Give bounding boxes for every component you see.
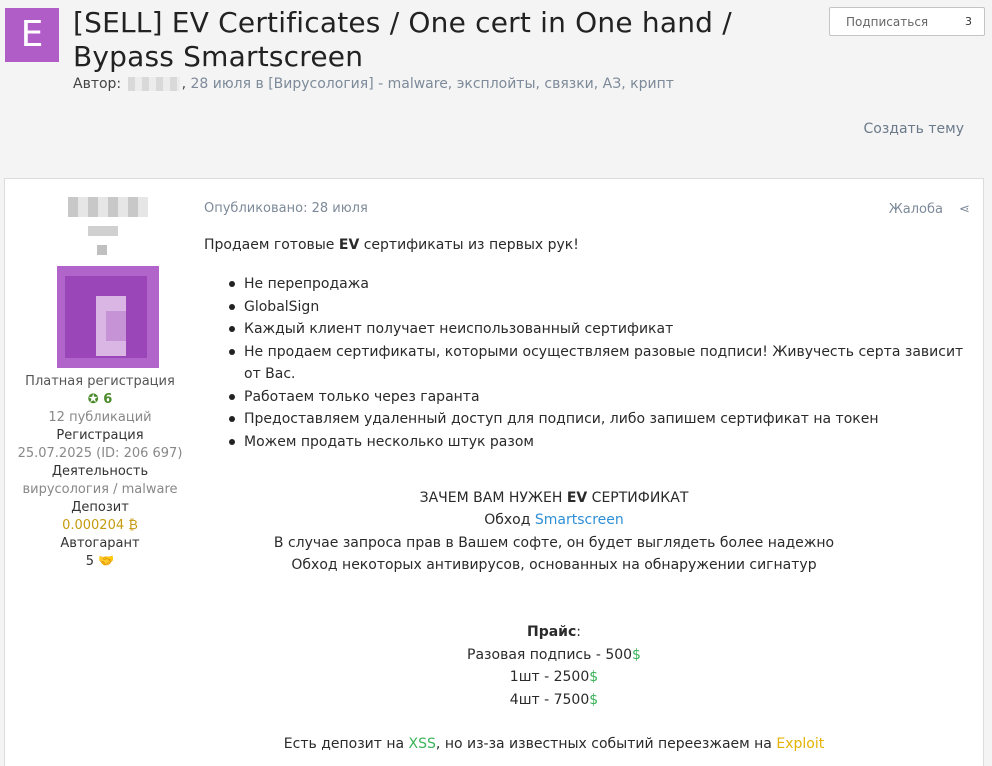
- handshake-icon: 🤝: [98, 554, 115, 569]
- author-rank-blurred: [97, 245, 107, 255]
- autogarant-label: Автогарант: [60, 536, 140, 551]
- bitcoin-icon: ₿: [128, 518, 138, 533]
- activity-value[interactable]: вирусология / malware: [5, 481, 195, 499]
- list-item: GlobalSign: [229, 296, 974, 319]
- plus-circle-icon: ✪: [87, 392, 99, 407]
- author-name-blurred[interactable]: [68, 197, 148, 217]
- follow-label: Подписаться: [846, 15, 929, 29]
- price-row: 4шт - 7500$: [509, 692, 599, 708]
- autogarant-value: 5 🤝: [5, 553, 195, 571]
- reg-label: Регистрация: [56, 428, 144, 443]
- why-heading: ЗАЧЕМ ВАМ НУЖЕН EV СЕРТИФИКАТ: [419, 490, 689, 506]
- deposit-label: Депозит: [71, 500, 129, 515]
- topic-header: E [SELL] EV Certificates / One cert in O…: [0, 0, 992, 170]
- author-reputation[interactable]: ✪ 6: [5, 391, 195, 409]
- post-date: Опубликовано: 28 июля: [204, 201, 368, 216]
- smartscreen-link[interactable]: Smartscreen: [535, 512, 624, 528]
- list-item: Можем продать несколько штук разом: [229, 431, 974, 454]
- create-topic-link[interactable]: Создать тему: [863, 121, 964, 137]
- meta-forum-link[interactable]: [Вирусология] - malware, эксплойты, связ…: [268, 76, 674, 92]
- reputation-value: 6: [103, 392, 113, 407]
- list-item: Предоставляем удаленный доступ для подпи…: [229, 408, 974, 431]
- activity-label: Деятельность: [51, 464, 149, 479]
- author-name-blurred[interactable]: [127, 77, 180, 91]
- author-title-blurred: [88, 226, 118, 236]
- deposit-value: 0.000204 ₿: [5, 517, 195, 535]
- deposit-amount: 0.000204: [62, 518, 125, 533]
- autogarant-count: 5: [85, 554, 94, 569]
- meta-author-label: Автор:: [73, 76, 122, 92]
- topic-avatar[interactable]: E: [5, 8, 59, 62]
- reg-value: 25.07.2025 (ID: 206 697): [17, 446, 183, 461]
- bypass-line: Обход Smartscreen: [484, 512, 624, 528]
- author-avatar[interactable]: [57, 266, 159, 368]
- follow-button[interactable]: Подписаться 3: [829, 7, 985, 36]
- xss-link[interactable]: XSS: [409, 736, 436, 752]
- list-item: Работаем только через гаранта: [229, 386, 974, 409]
- price-row: 1шт - 2500$: [509, 669, 599, 685]
- topic-meta: Автор: , 28 июля в [Вирусология] - malwa…: [73, 76, 674, 92]
- list-item: Не продаем сертификаты, которыми осущест…: [229, 341, 974, 386]
- post: Платная регистрация ✪ 6 12 публикаций Ре…: [4, 178, 984, 766]
- post-intro: Продаем готовые EV сертификаты из первых…: [204, 237, 579, 253]
- share-icon[interactable]: ⋖: [959, 202, 973, 217]
- list-item: Не перепродажа: [229, 273, 974, 296]
- price-title: Прайс:: [526, 624, 581, 640]
- meta-date: 28 июля в: [190, 76, 264, 92]
- av-line: Обход некоторых антивирусов, основанных …: [291, 557, 817, 573]
- deposit-line: Есть депозит на XSS, но из-за известных …: [283, 736, 825, 752]
- feature-list: Не перепродажа GlobalSign Каждый клиент …: [229, 273, 974, 454]
- author-posts[interactable]: 12 публикаций: [5, 409, 195, 427]
- rights-line: В случае запроса прав в Вашем софте, он …: [273, 535, 835, 551]
- topic-title: [SELL] EV Certificates / One cert in One…: [73, 6, 732, 73]
- follow-count: 3: [965, 15, 972, 28]
- author-group: Платная регистрация: [25, 374, 175, 389]
- price-row: Разовая подпись - 500$: [467, 647, 641, 663]
- report-link[interactable]: Жалоба: [889, 202, 943, 217]
- list-item: Каждый клиент получает неиспользованный …: [229, 318, 974, 341]
- exploit-link[interactable]: Exploit: [776, 736, 824, 752]
